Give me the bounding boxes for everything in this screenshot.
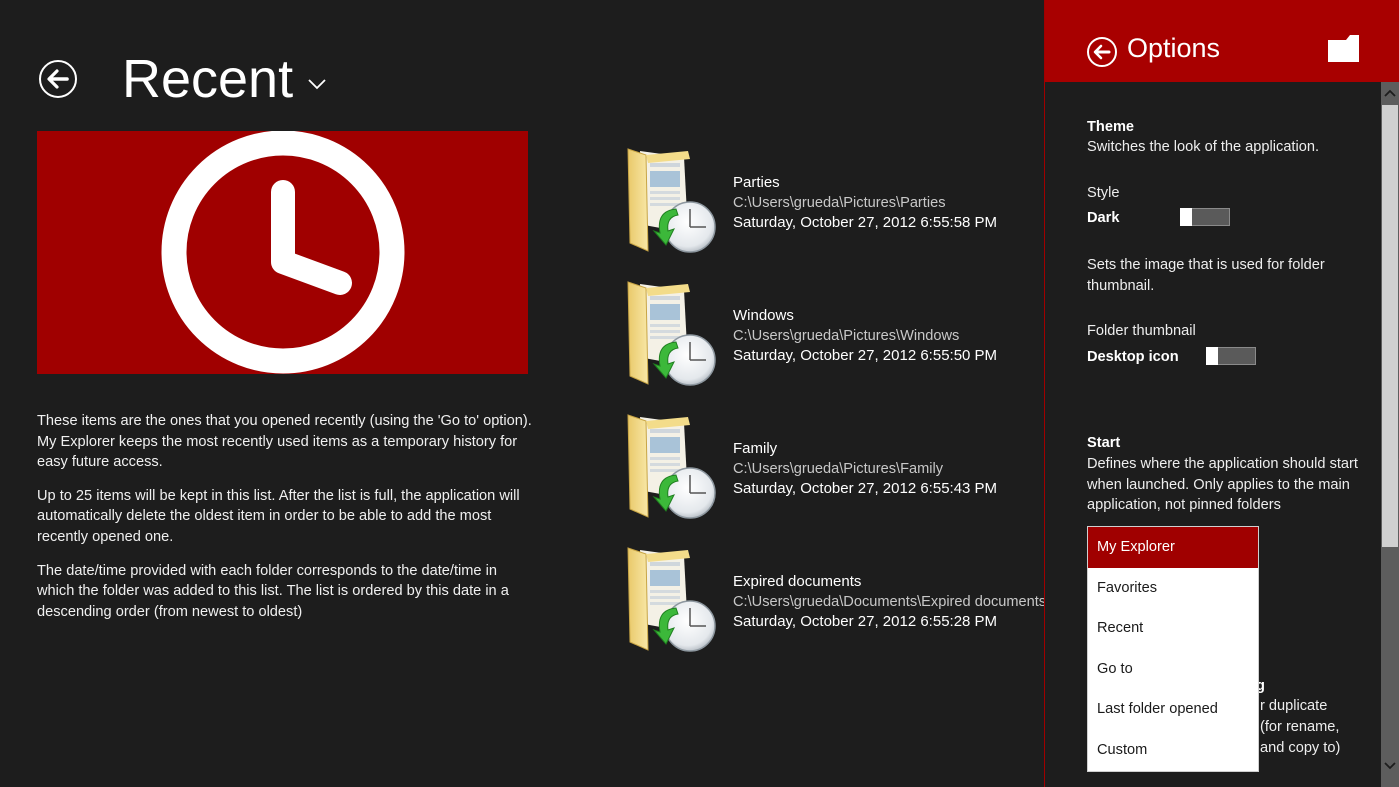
start-dropdown-list[interactable]: My Explorer Favorites Recent Go to Last …: [1088, 527, 1258, 771]
folder-icon[interactable]: [1328, 35, 1359, 62]
recent-banner: [37, 131, 528, 374]
page-title-dropdown[interactable]: Recent: [122, 48, 327, 110]
obscured-description-fragment: (for rename,: [1260, 719, 1340, 735]
description-paragraph: Up to 25 items will be kept in this list…: [37, 487, 520, 545]
recent-folder-icon: [626, 278, 718, 388]
scroll-thumb[interactable]: [1382, 105, 1398, 547]
back-button[interactable]: [39, 60, 77, 98]
options-title: Options: [1127, 33, 1221, 63]
dropdown-option-my-explorer[interactable]: My Explorer: [1088, 527, 1258, 568]
chevron-up-icon: [1384, 89, 1396, 97]
style-label: Style: [1087, 185, 1120, 201]
folder-date: Saturday, October 27, 2012 6:55:58 PM: [733, 214, 998, 231]
folder-path: C:\Users\grueda\Pictures\Windows: [733, 328, 960, 344]
folder-name: Parties: [733, 174, 780, 191]
obscured-heading-fragment: g: [1256, 678, 1265, 694]
back-arrow-icon: [1093, 44, 1111, 60]
clock-icon: [161, 131, 405, 374]
chevron-down-icon: [308, 79, 326, 90]
folder-date: Saturday, October 27, 2012 6:55:50 PM: [733, 347, 998, 364]
thumbnail-value: Desktop icon: [1087, 349, 1179, 365]
obscured-description-fragment: r duplicate: [1260, 698, 1328, 714]
description-paragraph: The date/time provided with each folder …: [37, 562, 509, 620]
folder-item[interactable]: Expired documents C:\Users\grueda\Docume…: [626, 544, 1045, 656]
obscured-description-fragment: and copy to): [1260, 740, 1341, 756]
scroll-up-button[interactable]: [1381, 82, 1399, 104]
folder-date: Saturday, October 27, 2012 6:55:28 PM: [733, 613, 998, 630]
folder-path: C:\Users\grueda\Pictures\Parties: [733, 195, 946, 211]
style-value: Dark: [1087, 210, 1120, 226]
dropdown-option-recent[interactable]: Recent: [1088, 608, 1258, 649]
dropdown-option-favorites[interactable]: Favorites: [1088, 568, 1258, 609]
chevron-down-icon: [1384, 762, 1396, 770]
dropdown-option-last-folder-opened[interactable]: Last folder opened: [1088, 689, 1258, 730]
description-paragraph: These items are the ones that you opened…: [37, 413, 532, 471]
style-toggle[interactable]: [1180, 208, 1230, 226]
toggle-knob: [1206, 347, 1218, 365]
folder-name: Windows: [733, 307, 794, 324]
folder-date: Saturday, October 27, 2012 6:55:43 PM: [733, 480, 998, 497]
thumbnail-label: Folder thumbnail: [1087, 323, 1196, 339]
theme-description: Switches the look of the application.: [1087, 139, 1320, 155]
start-heading: Start: [1087, 435, 1121, 451]
scroll-down-button[interactable]: [1381, 755, 1399, 777]
recent-folder-icon: [626, 411, 718, 521]
page-title: Recent: [122, 49, 294, 109]
options-scrollbar[interactable]: [1381, 82, 1399, 787]
options-back-button[interactable]: [1087, 37, 1117, 67]
dropdown-option-custom[interactable]: Custom: [1088, 730, 1258, 771]
recent-folder-icon: [626, 145, 718, 255]
folder-item[interactable]: Family C:\Users\grueda\Pictures\Family S…: [626, 411, 1044, 523]
back-arrow-icon: [47, 69, 69, 89]
toggle-knob: [1180, 208, 1192, 226]
options-header: Options: [1045, 0, 1399, 82]
theme-heading: Theme: [1087, 119, 1135, 135]
recent-folder-icon: [626, 544, 718, 654]
folder-name: Family: [733, 440, 778, 457]
folder-name: Expired documents: [733, 573, 862, 590]
dropdown-option-go-to[interactable]: Go to: [1088, 649, 1258, 690]
thumbnail-description: Sets the image that is used for folder t…: [1087, 257, 1325, 294]
folder-item[interactable]: Windows C:\Users\grueda\Pictures\Windows…: [626, 278, 1044, 390]
folder-item[interactable]: Parties C:\Users\grueda\Pictures\Parties…: [626, 145, 1044, 257]
folder-path: C:\Users\grueda\Documents\Expired docume…: [733, 594, 1045, 610]
description: These items are the ones that you opened…: [37, 411, 532, 635]
start-description: Defines where the application should sta…: [1087, 456, 1358, 513]
folder-path: C:\Users\grueda\Pictures\Family: [733, 461, 944, 477]
thumbnail-toggle[interactable]: [1206, 347, 1256, 365]
